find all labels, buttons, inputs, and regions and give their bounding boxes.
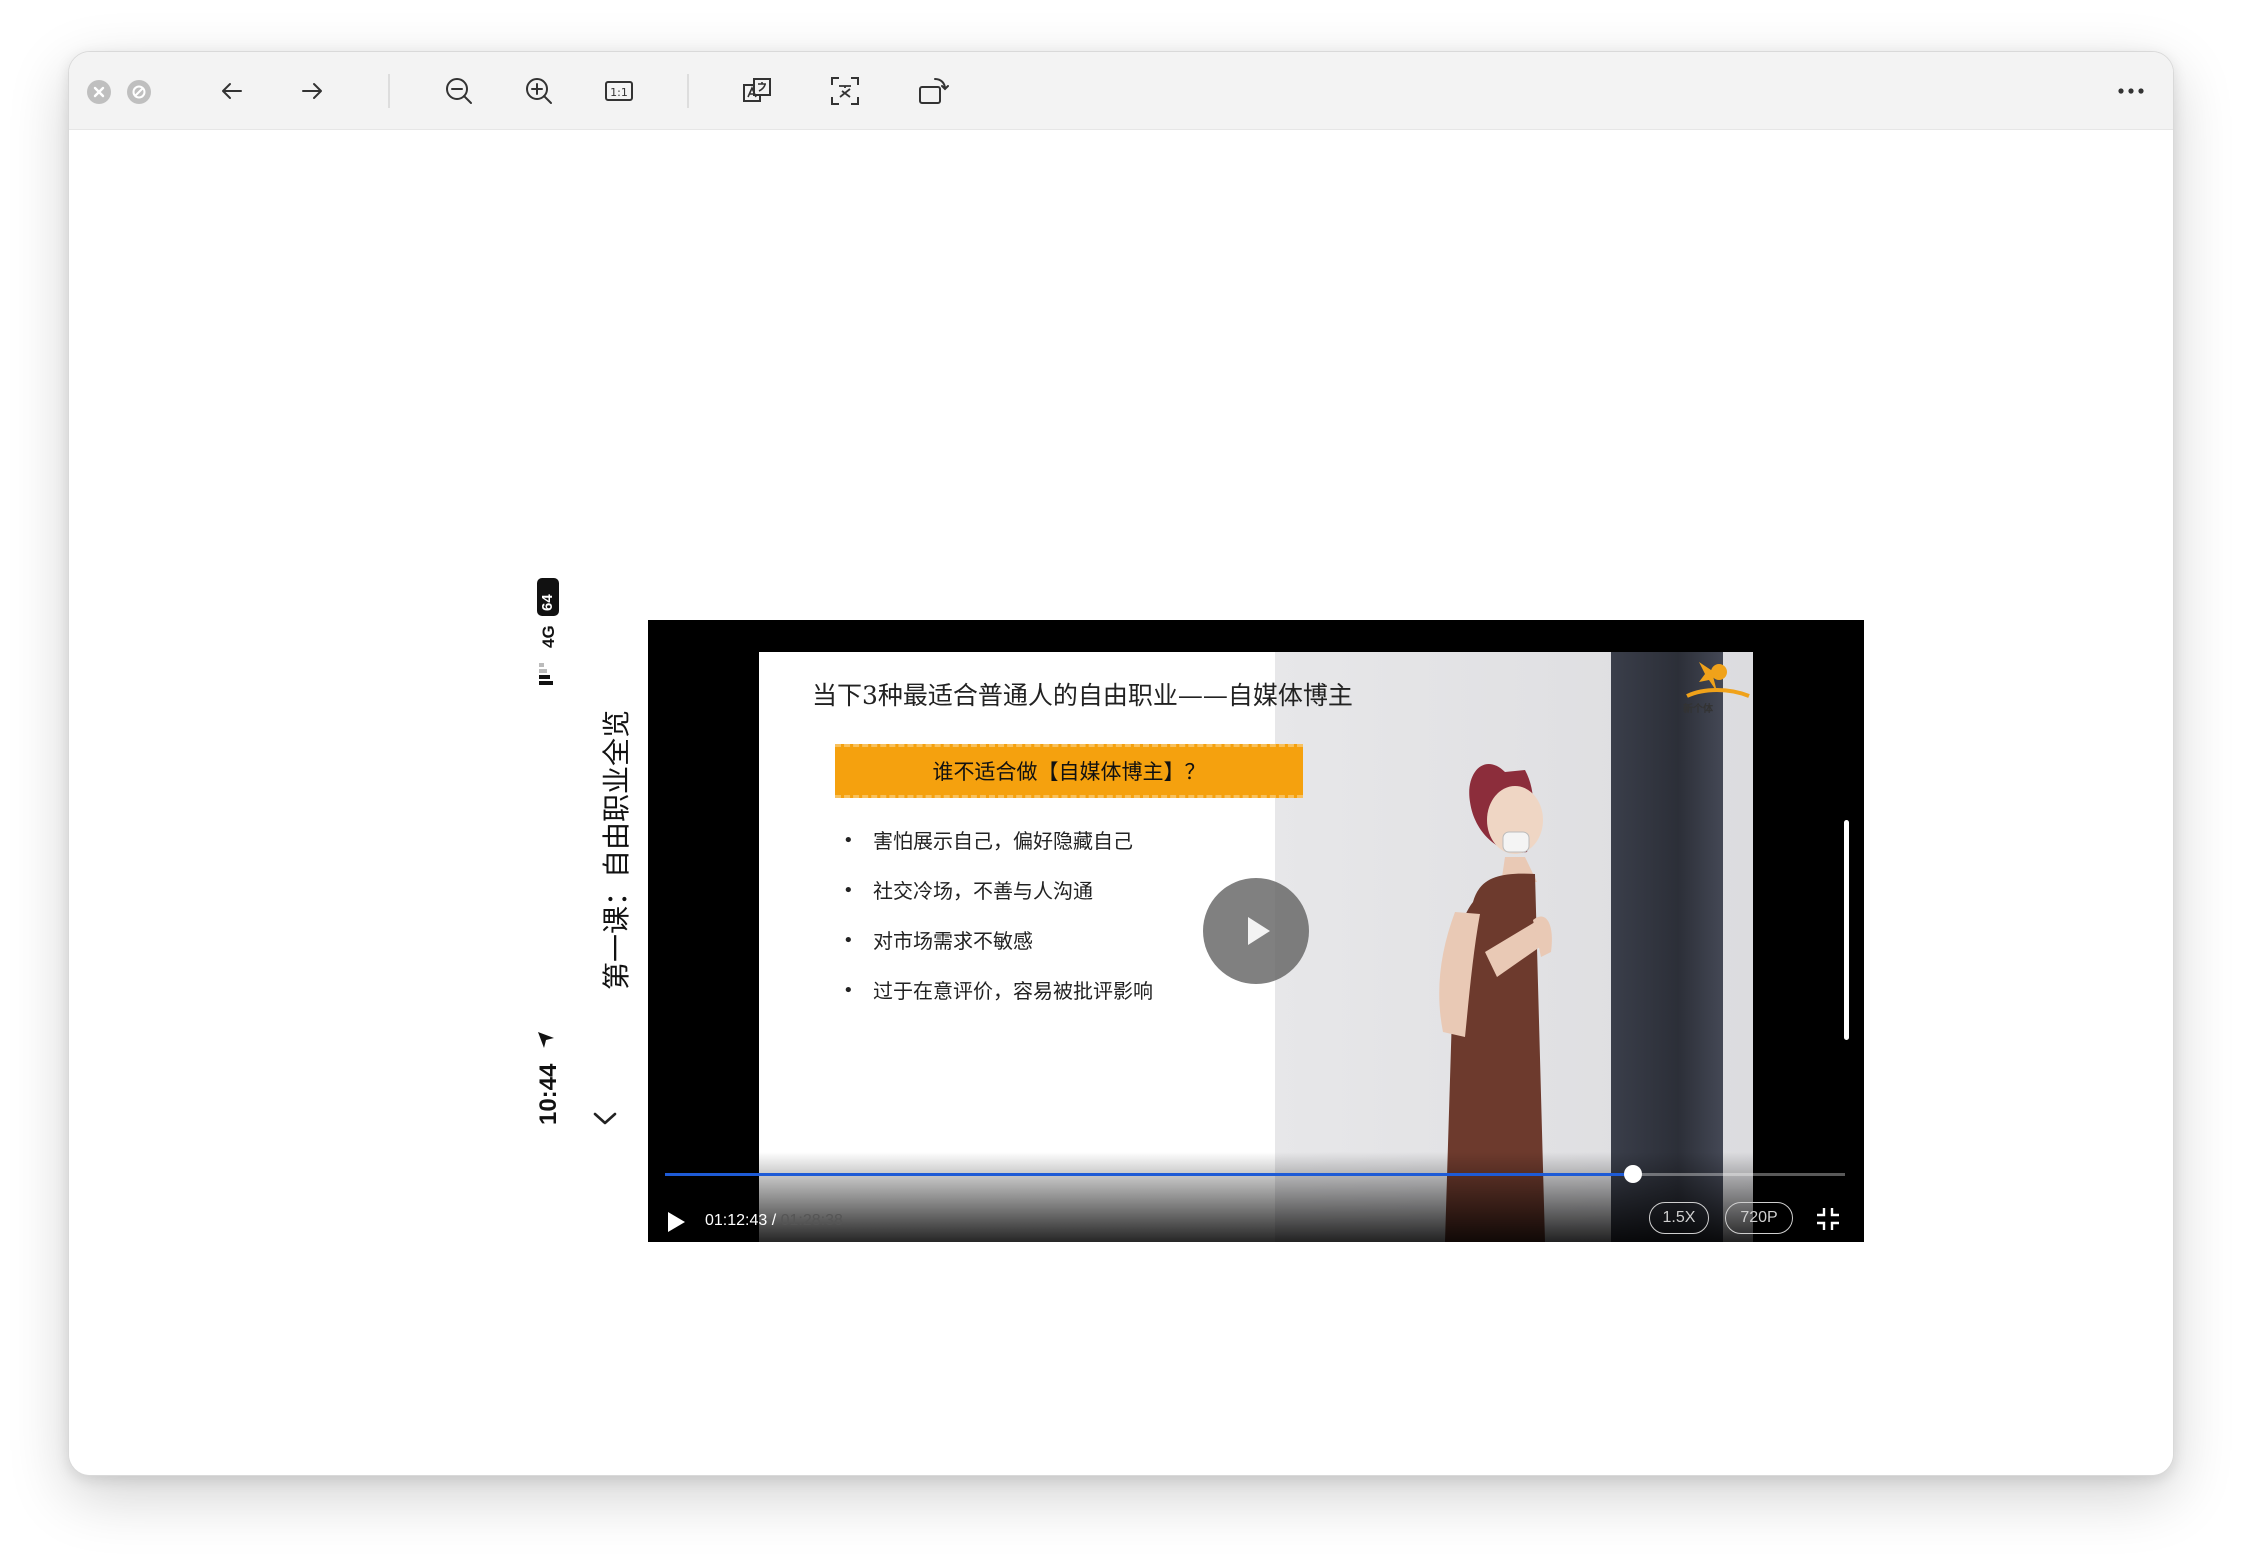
image-canvas: 10:44 4G 64 第一课：自由职业全览 当下3种最适合普通人的自由职业——… bbox=[69, 130, 2173, 1475]
back-button[interactable] bbox=[212, 71, 252, 111]
zoom-out-icon bbox=[446, 78, 472, 104]
logo-icon: 新个体 bbox=[1683, 662, 1750, 715]
play-button[interactable] bbox=[664, 1210, 688, 1234]
more-icon bbox=[2118, 88, 2144, 94]
toolbar-divider bbox=[687, 74, 689, 108]
progress-bar[interactable] bbox=[665, 1165, 1845, 1183]
zoom-in-button[interactable] bbox=[519, 71, 559, 111]
signal-bars-icon bbox=[539, 663, 553, 685]
translate-button[interactable] bbox=[737, 71, 777, 111]
video-player[interactable]: 当下3种最适合普通人的自由职业——自媒体博主 谁不适合做【自媒体博主】？ 害怕展… bbox=[648, 620, 1864, 1242]
text-recognition-button[interactable] bbox=[825, 71, 865, 111]
actual-size-icon: 1:1 bbox=[605, 81, 633, 101]
brand-logo: 新个体 bbox=[1679, 652, 1753, 722]
quality-button[interactable]: 720P bbox=[1725, 1202, 1793, 1234]
play-icon bbox=[1248, 917, 1270, 945]
forward-button[interactable] bbox=[292, 71, 332, 111]
minimize-button[interactable] bbox=[127, 80, 151, 104]
actual-size-button[interactable]: 1:1 bbox=[599, 71, 639, 111]
actual-size-label: 1:1 bbox=[610, 86, 628, 99]
chevron-down-icon bbox=[593, 1112, 617, 1125]
course-title: 第一课：自由职业全览 bbox=[600, 709, 633, 990]
exit-fullscreen-icon bbox=[1817, 1208, 1839, 1230]
current-time: 01:12:43 bbox=[705, 1212, 768, 1229]
exit-fullscreen-button[interactable] bbox=[1814, 1205, 1842, 1233]
more-button[interactable] bbox=[2111, 71, 2151, 111]
minimize-icon bbox=[132, 85, 146, 99]
slide-title: 当下3种最适合普通人的自由职业——自媒体博主 bbox=[812, 681, 1353, 710]
close-button[interactable] bbox=[87, 80, 111, 104]
translate-icon bbox=[743, 78, 771, 102]
collapse-button[interactable] bbox=[590, 1104, 620, 1134]
zoom-out-button[interactable] bbox=[439, 71, 479, 111]
logo-text: 新个体 bbox=[1683, 702, 1714, 715]
image-viewer-window: 1:1 10:44 4G 64 第一课：自由职业全览 当下3种最适合普通人的自由… bbox=[68, 51, 2174, 1476]
status-time: 10:44 bbox=[535, 1063, 562, 1125]
text-recognition-icon bbox=[831, 77, 859, 105]
total-time: 01:28:38 bbox=[780, 1212, 843, 1229]
center-play-button[interactable] bbox=[1203, 878, 1309, 984]
slide-bullet: 过于在意评价，容易被批评影响 bbox=[841, 966, 1153, 1016]
slide-bullet: 害怕展示自己，偏好隐藏自己 bbox=[841, 816, 1153, 866]
battery-icon: 64 bbox=[537, 578, 559, 616]
zoom-in-icon bbox=[526, 78, 552, 104]
video-side-indicator[interactable] bbox=[1844, 820, 1849, 1040]
viewer-toolbar: 1:1 bbox=[69, 52, 2173, 130]
status-network: 4G bbox=[539, 625, 558, 648]
slide-bullet-list: 害怕展示自己，偏好隐藏自己 社交冷场，不善与人沟通 对市场需求不敏感 过于在意评… bbox=[841, 816, 1153, 1016]
slide-bullet: 社交冷场，不善与人沟通 bbox=[841, 866, 1153, 916]
slide-bullet: 对市场需求不敏感 bbox=[841, 916, 1153, 966]
location-arrow-icon bbox=[538, 1032, 554, 1048]
play-icon bbox=[668, 1212, 685, 1232]
speed-button[interactable]: 1.5X bbox=[1649, 1202, 1709, 1234]
battery-level: 64 bbox=[539, 594, 556, 611]
progress-thumb[interactable] bbox=[1623, 1165, 1642, 1183]
slide-banner: 谁不适合做【自媒体博主】？ bbox=[835, 744, 1303, 798]
rotate-button[interactable] bbox=[913, 71, 953, 111]
arrow-right-icon bbox=[302, 83, 322, 99]
toolbar-divider bbox=[388, 74, 390, 108]
close-icon bbox=[93, 86, 105, 98]
time-display: 01:12:43 / 01:28:38 bbox=[705, 1212, 843, 1230]
rotate-icon bbox=[919, 78, 949, 104]
progress-fill bbox=[665, 1173, 1633, 1176]
arrow-left-icon bbox=[222, 83, 242, 99]
time-separator: / bbox=[767, 1212, 781, 1229]
